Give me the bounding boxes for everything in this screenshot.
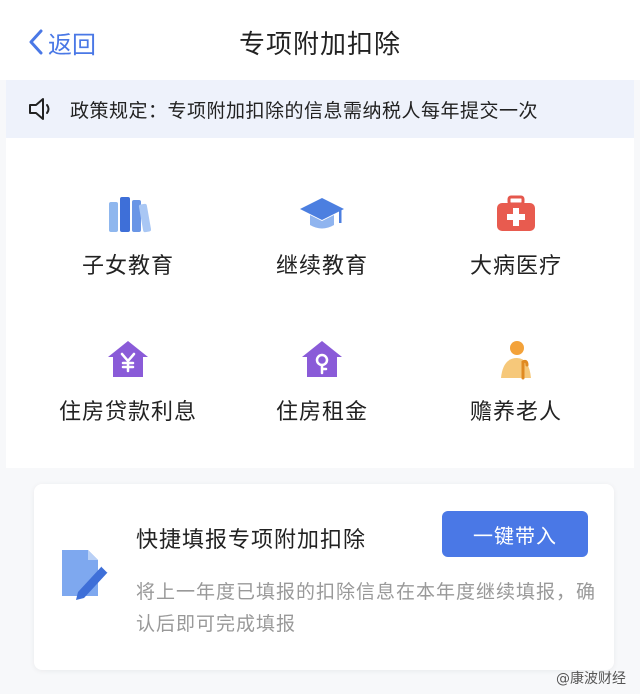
watermark: @康波财经: [556, 671, 626, 687]
house-yen-icon: [108, 341, 148, 377]
category-label: 继续教育: [275, 254, 368, 279]
medical-kit-icon: [497, 195, 535, 231]
category-label: 住房租金: [275, 400, 368, 425]
category-label: 大病医疗: [469, 254, 562, 279]
category-elderly-support[interactable]: 赡养老人: [416, 338, 616, 426]
graduation-cap-icon: [300, 198, 344, 229]
page-title: 专项附加扣除: [238, 30, 401, 60]
quick-fill-description: 将上一年度已填报的扣除信息在本年度继续填报，确认后即可完成填报: [136, 581, 597, 635]
quick-fill-title: 快捷填报专项附加扣除: [136, 528, 367, 553]
category-housing-loan-interest[interactable]: 住房贷款利息: [28, 338, 228, 426]
category-label: 子女教育: [81, 254, 174, 279]
category-serious-illness-medical[interactable]: 大病医疗: [416, 194, 616, 280]
house-key-icon: [302, 341, 342, 377]
category-continuing-education[interactable]: 继续教育: [222, 194, 422, 280]
notice-text: 政策规定：专项附加扣除的信息需纳税人每年提交一次: [70, 99, 539, 122]
category-label: 赡养老人: [469, 400, 562, 425]
policy-notice: 政策规定：专项附加扣除的信息需纳税人每年提交一次: [6, 80, 634, 138]
header-bar: 返回 专项附加扣除: [0, 0, 640, 80]
document-edit-icon: [62, 550, 109, 600]
speaker-icon: [29, 98, 50, 120]
quick-fill-card: 快捷填报专项附加扣除 一键带入 将上一年度已填报的扣除信息在本年度继续填报，确认…: [34, 484, 614, 670]
category-label: 住房贷款利息: [58, 400, 197, 425]
one-click-import-button[interactable]: 一键带入: [442, 511, 588, 557]
category-children-education[interactable]: 子女教育: [28, 194, 228, 280]
category-housing-rent[interactable]: 住房租金: [222, 338, 422, 426]
books-icon: [109, 197, 151, 233]
deduction-category-grid: 子女教育 继续教育 大病医疗 住房贷款利息 住房租金 赡养老人: [6, 138, 634, 468]
elderly-person-icon: [501, 341, 531, 380]
